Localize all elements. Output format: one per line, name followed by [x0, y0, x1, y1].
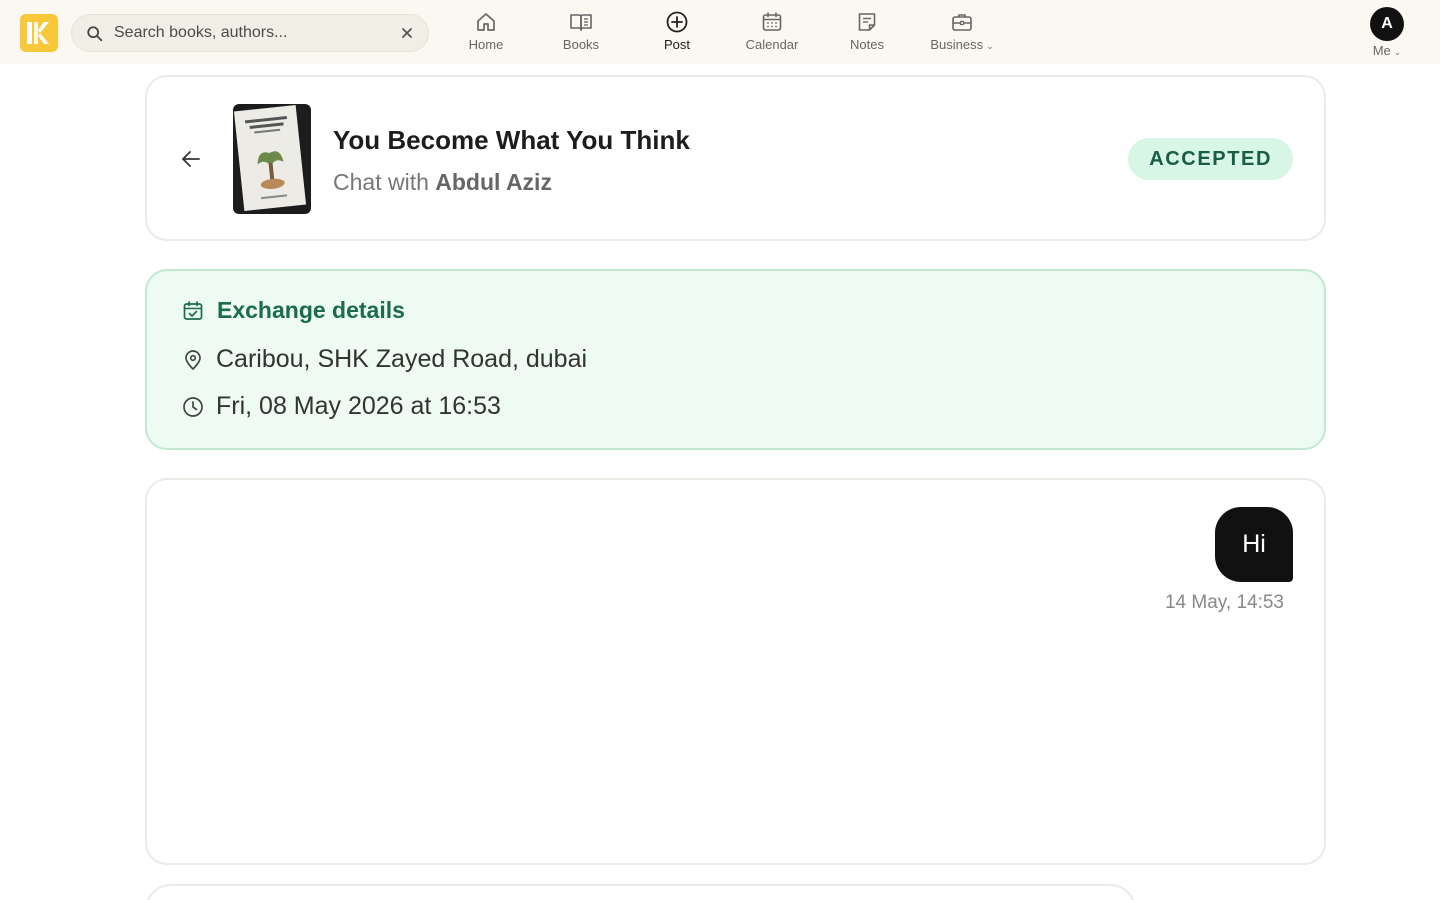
map-pin-icon	[185, 349, 201, 370]
book-icon	[570, 14, 592, 31]
calendar-icon	[762, 12, 782, 31]
notes-icon	[858, 13, 876, 31]
nav-notes-label: Notes	[850, 37, 884, 52]
nav-business-label: Business ⌄	[930, 37, 994, 52]
home-icon	[477, 13, 495, 31]
profile-menu[interactable]: A Me ⌄	[1364, 7, 1410, 59]
book-title: You Become What You Think	[333, 125, 690, 155]
status-badge: ACCEPTED	[1128, 138, 1293, 180]
arrow-left-icon	[182, 151, 200, 167]
calendar-check-icon	[183, 300, 203, 320]
nav-post-label: Post	[663, 37, 690, 52]
nav-business[interactable]: Business ⌄	[917, 10, 1007, 56]
back-button[interactable]	[177, 145, 205, 173]
profile-menu-label: Me ⌄	[1372, 43, 1402, 58]
nav-notes[interactable]: Notes	[822, 10, 912, 56]
nav-home[interactable]: Home	[441, 10, 531, 56]
chat-with-prefix: Chat with	[333, 169, 429, 195]
nav-books-label: Books	[562, 37, 600, 52]
search-input[interactable]	[114, 15, 394, 51]
clear-search-button[interactable]	[398, 24, 416, 42]
partner-name[interactable]: Abdul Aziz	[435, 169, 552, 195]
chat-header-card: You Become What You Think Chat with Abdu…	[145, 75, 1326, 241]
message-bubble-sent[interactable]: Hi	[1215, 507, 1293, 582]
chevron-down-icon: ⌄	[986, 41, 994, 51]
close-icon	[402, 28, 412, 38]
book-cover-art	[244, 116, 288, 200]
exchange-title-row: Exchange details	[181, 297, 405, 324]
exchange-location: Caribou, SHK Zayed Road, dubai	[216, 345, 588, 373]
exchange-location-row: Caribou, SHK Zayed Road, dubai	[181, 345, 587, 374]
nav-calendar-label: Calendar	[745, 37, 799, 52]
exchange-title: Exchange details	[217, 297, 405, 323]
message-timestamp: 14 May, 14:53	[1164, 592, 1284, 613]
search-icon	[87, 26, 103, 42]
chat-partner: Chat with Abdul Aziz	[333, 169, 552, 196]
briefcase-icon	[952, 14, 972, 31]
exchange-datetime-row: Fri, 08 May 2026 at 16:53	[181, 392, 501, 421]
nav-post[interactable]: Post	[632, 10, 722, 56]
top-nav: Home Books Post Calendar	[0, 0, 1440, 64]
message-composer[interactable]	[145, 884, 1136, 900]
nav-books[interactable]: Books	[536, 10, 626, 56]
exchange-datetime: Fri, 08 May 2026 at 16:53	[216, 392, 501, 420]
app-logo[interactable]	[20, 14, 58, 52]
nav-home-label: Home	[468, 37, 504, 52]
book-cover-image[interactable]	[233, 104, 311, 214]
plus-circle-icon	[666, 11, 688, 33]
logo-icon	[27, 22, 49, 44]
nav-calendar[interactable]: Calendar	[727, 10, 817, 56]
messages-panel[interactable]: Hi 14 May, 14:53	[145, 478, 1326, 865]
exchange-details-card: Exchange details Caribou, SHK Zayed Road…	[145, 269, 1326, 450]
chevron-down-icon: ⌄	[1393, 47, 1402, 57]
clock-icon	[183, 396, 203, 417]
avatar: A	[1370, 7, 1404, 41]
search-bar	[71, 14, 429, 52]
